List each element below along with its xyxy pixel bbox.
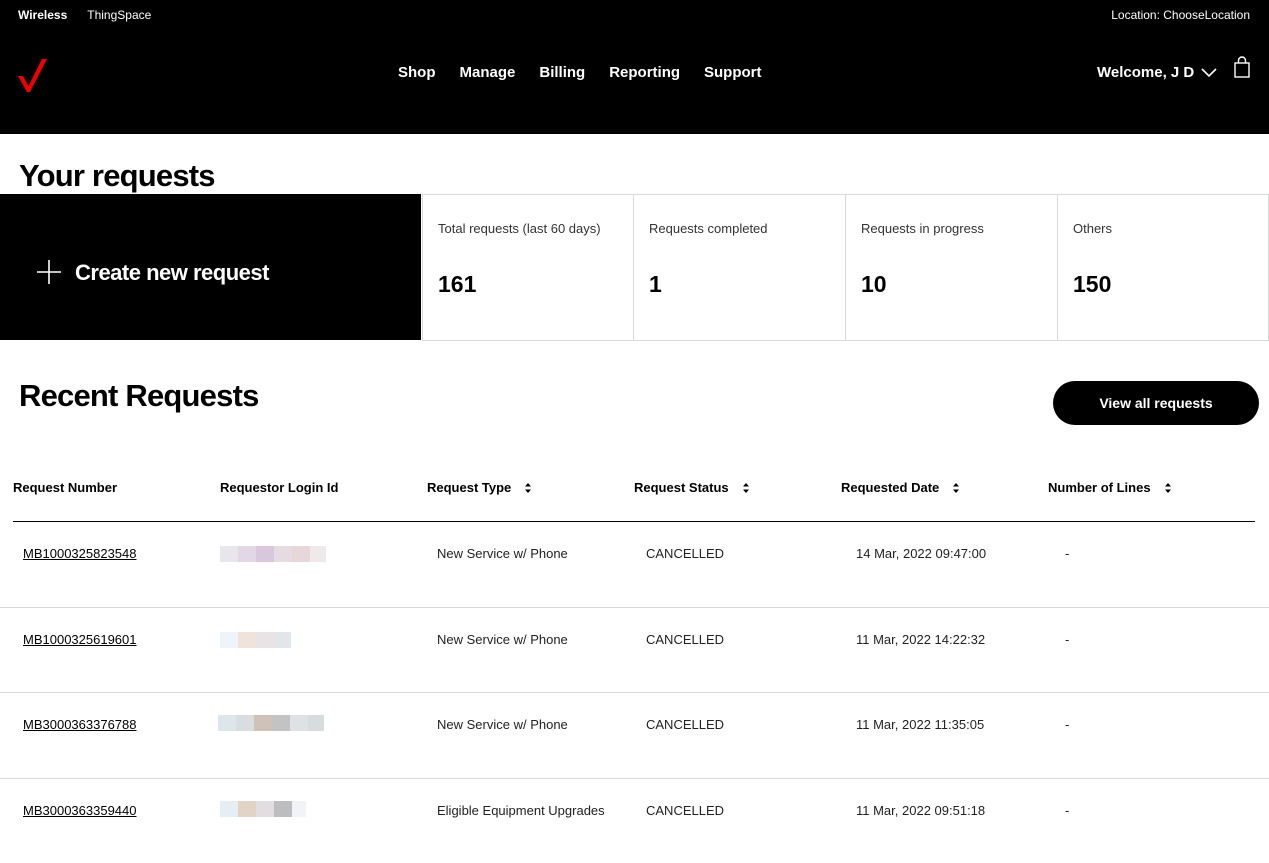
location-selector[interactable]: Location: ChooseLocation: [1111, 8, 1250, 22]
request-type: New Service w/ Phone: [437, 632, 568, 647]
view-all-requests-button[interactable]: View all requests: [1053, 381, 1259, 425]
number-of-lines: -: [1065, 803, 1070, 818]
column-header-label: Request Number: [13, 480, 118, 495]
verizon-check-logo-icon[interactable]: [16, 56, 50, 96]
shopping-bag-icon[interactable]: [1234, 56, 1250, 78]
redacted-login-id: [220, 546, 326, 562]
nav-reporting[interactable]: Reporting: [609, 64, 680, 81]
nav-support[interactable]: Support: [704, 64, 762, 81]
request-status: CANCELLED: [646, 546, 725, 561]
column-header-label: Number of Lines: [1048, 480, 1151, 495]
stat-value: 1: [649, 271, 662, 297]
global-header: Wireless ThingSpace Location: ChooseLoca…: [0, 0, 1269, 134]
recent-requests-title: Recent Requests: [19, 378, 259, 413]
request-type: New Service w/ Phone: [437, 717, 568, 732]
column-header-request-status[interactable]: Request Status: [634, 480, 750, 495]
request-type: New Service w/ Phone: [437, 546, 568, 561]
account-menu[interactable]: Welcome, J D: [1097, 64, 1218, 81]
row-divider: [0, 607, 1269, 608]
requested-date: 14 Mar, 2022 09:47:00: [856, 546, 987, 561]
column-header-requestor-login-id: Requestor Login Id: [220, 480, 338, 495]
requested-date: 11 Mar, 2022 14:22:32: [856, 632, 986, 647]
request-type: Eligible Equipment Upgrades: [437, 803, 605, 818]
main-nav: Shop Manage Billing Reporting Support: [398, 64, 762, 81]
column-header-requested-date[interactable]: Requested Date: [841, 480, 960, 495]
your-requests-title: Your requests: [19, 158, 216, 193]
stat-label: Total requests (last 60 days): [438, 221, 601, 236]
request-status: CANCELLED: [646, 717, 725, 732]
stat-total-requests: Total requests (last 60 days) 161: [422, 194, 634, 341]
requested-date: 11 Mar, 2022 09:51:18: [856, 803, 986, 818]
column-header-label: Request Type: [427, 480, 512, 495]
requested-date: 11 Mar, 2022 11:35:05: [856, 717, 985, 732]
stat-label: Requests in progress: [861, 221, 984, 236]
sort-icon[interactable]: [1164, 482, 1172, 494]
column-header-request-type[interactable]: Request Type: [427, 480, 532, 495]
sort-icon[interactable]: [524, 482, 532, 494]
column-header-label: Request Status: [634, 480, 729, 495]
top-links: Wireless ThingSpace: [18, 8, 151, 22]
redacted-login-id: [218, 715, 324, 731]
request-status: CANCELLED: [646, 632, 725, 647]
sort-icon[interactable]: [742, 482, 750, 494]
sort-icon[interactable]: [952, 482, 960, 494]
number-of-lines: -: [1065, 632, 1070, 647]
create-new-request-label: Create new request: [75, 260, 269, 285]
plus-icon: [37, 260, 61, 284]
top-link-wireless[interactable]: Wireless: [18, 8, 67, 22]
request-number-link[interactable]: MB1000325823548: [23, 546, 137, 561]
nav-manage[interactable]: Manage: [460, 64, 516, 81]
column-header-label: Requestor Login Id: [220, 480, 339, 495]
top-link-thingspace[interactable]: ThingSpace: [87, 8, 151, 22]
number-of-lines: -: [1065, 717, 1070, 732]
redacted-login-id: [220, 801, 306, 817]
stat-others: Others 150: [1057, 194, 1269, 341]
create-new-request-button[interactable]: Create new request: [0, 194, 421, 340]
nav-shop[interactable]: Shop: [398, 64, 436, 81]
redacted-login-id: [220, 632, 291, 648]
row-divider: [0, 778, 1269, 779]
stat-label: Requests completed: [649, 221, 768, 236]
table-header-divider: [13, 521, 1255, 522]
column-header-request-number: Request Number: [13, 480, 117, 495]
request-number-link[interactable]: MB1000325619601: [23, 632, 137, 647]
stat-requests-in-progress: Requests in progress 10: [845, 194, 1058, 341]
request-number-link[interactable]: MB3000363359440: [23, 803, 137, 818]
column-header-label: Requested Date: [841, 480, 940, 495]
stat-value: 161: [438, 271, 477, 297]
nav-billing[interactable]: Billing: [539, 64, 585, 81]
stat-value: 150: [1073, 271, 1112, 297]
row-divider: [0, 692, 1269, 693]
request-number-link[interactable]: MB3000363376788: [23, 717, 137, 732]
stat-value: 10: [861, 271, 887, 297]
stat-label: Others: [1073, 221, 1113, 236]
request-status: CANCELLED: [646, 803, 725, 818]
stat-requests-completed: Requests completed 1: [633, 194, 846, 341]
number-of-lines: -: [1065, 546, 1070, 561]
chevron-down-icon: [1201, 67, 1217, 77]
column-header-number-of-lines[interactable]: Number of Lines: [1048, 480, 1172, 495]
welcome-text: Welcome, J D: [1097, 64, 1195, 81]
